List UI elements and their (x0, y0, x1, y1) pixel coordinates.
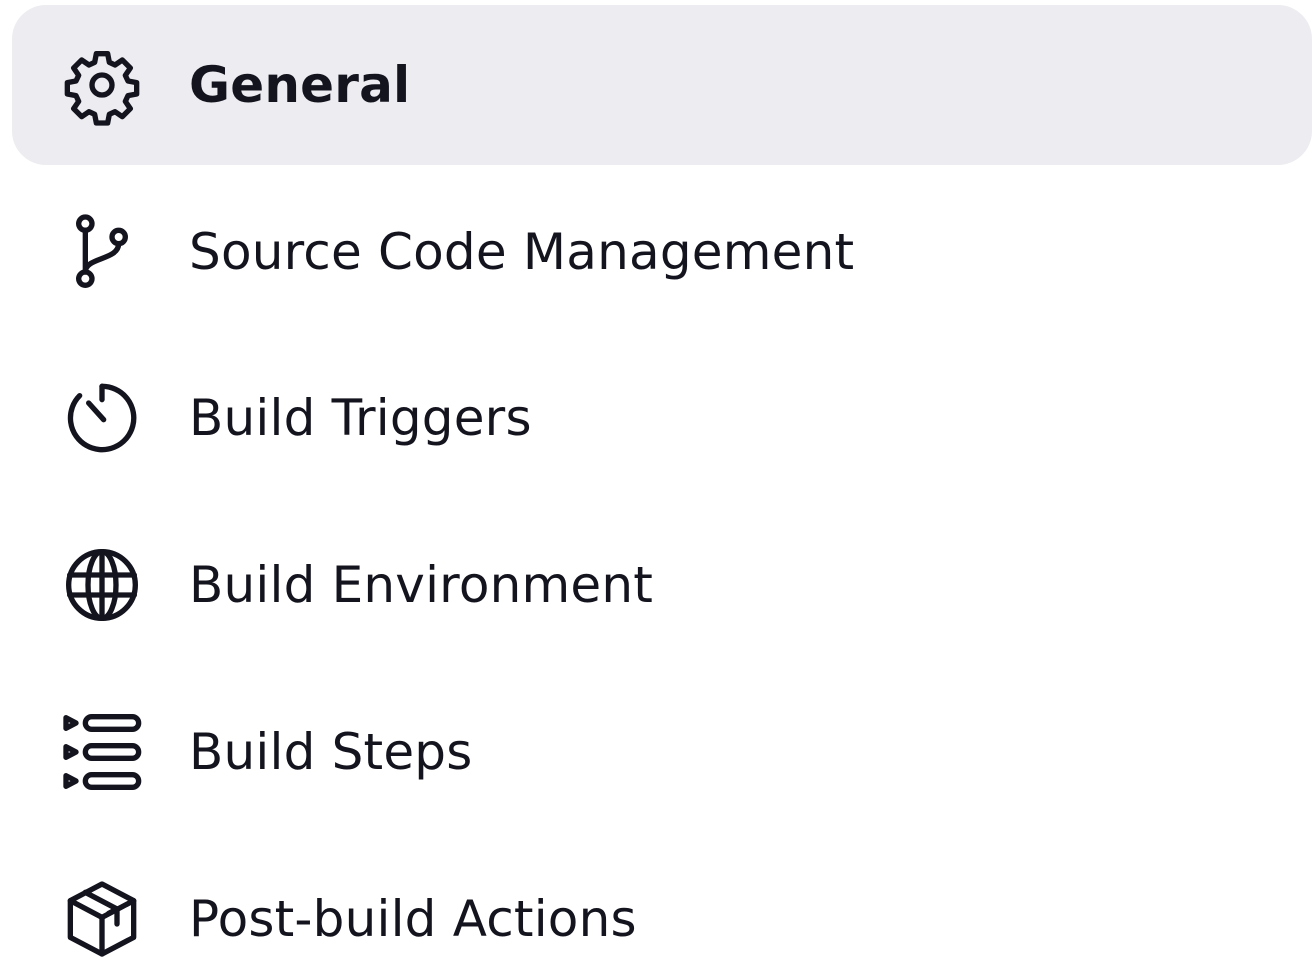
nav-item-build-environment[interactable]: Build Environment (12, 505, 1312, 665)
gear-icon (62, 45, 142, 126)
nav-item-label: Build Steps (189, 723, 473, 781)
git-branch-icon (62, 212, 142, 292)
nav-item-build-steps[interactable]: Build Steps (12, 672, 1312, 832)
nav-item-post-build-actions[interactable]: Post-build Actions (12, 839, 1312, 973)
package-icon (62, 879, 142, 959)
nav-item-general[interactable]: General (12, 5, 1312, 165)
nav-item-build-triggers[interactable]: Build Triggers (12, 338, 1312, 498)
nav-item-label: Build Environment (189, 556, 654, 614)
globe-icon (62, 545, 142, 625)
nav-item-label: General (189, 56, 411, 114)
list-steps-icon (62, 712, 142, 792)
nav-item-label: Source Code Management (189, 223, 855, 281)
config-section-nav: General Source Code Management Build Tri… (0, 0, 1314, 973)
timer-icon (62, 378, 142, 458)
nav-item-label: Post-build Actions (189, 890, 637, 948)
nav-item-source-code-management[interactable]: Source Code Management (12, 172, 1312, 332)
nav-item-label: Build Triggers (189, 389, 532, 447)
